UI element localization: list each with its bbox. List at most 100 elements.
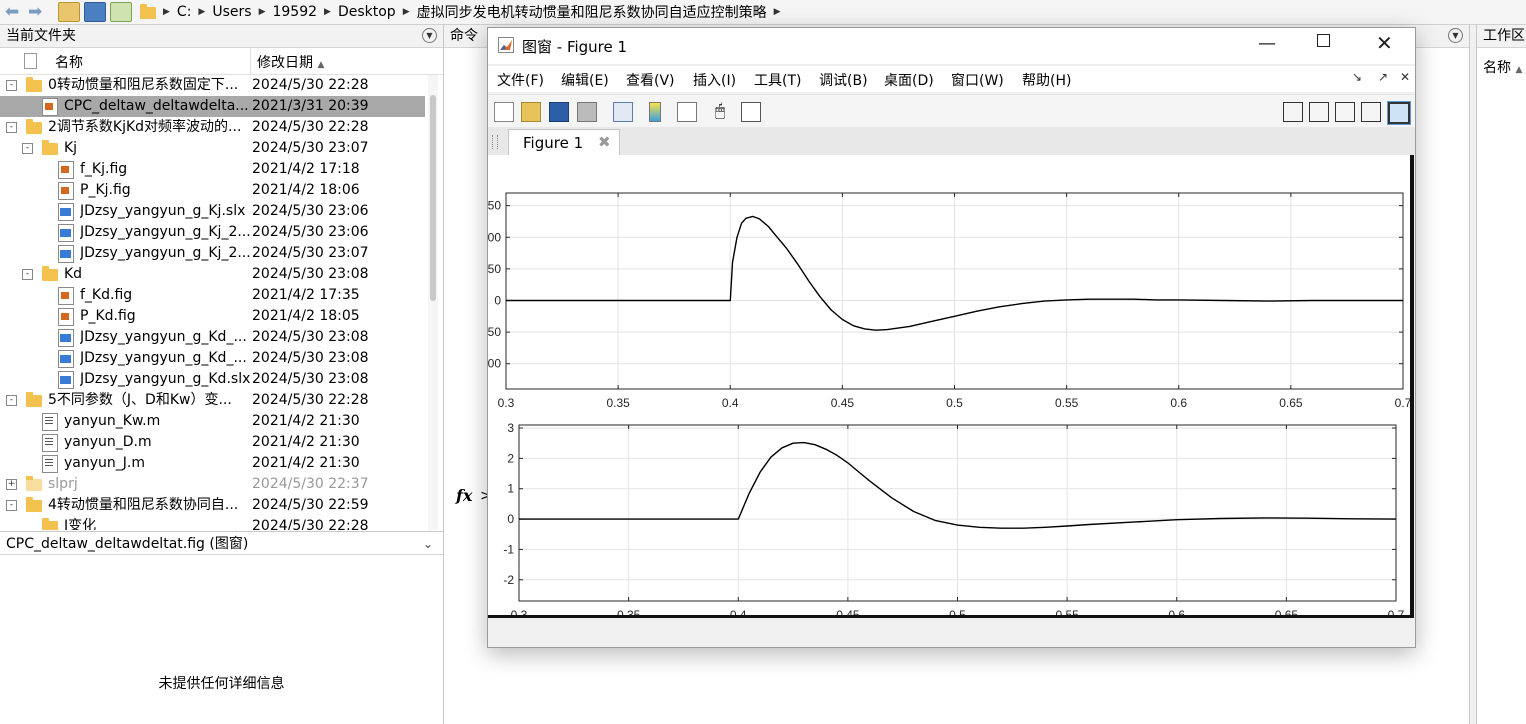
menu-desktop[interactable]: 桌面(D)	[884, 70, 934, 90]
menu-help[interactable]: 帮助(H)	[1022, 70, 1071, 90]
collapse-icon[interactable]: -	[22, 143, 33, 154]
matlab-logo-icon	[498, 37, 514, 53]
tile-grid-icon[interactable]	[1283, 102, 1303, 122]
sort-ascending-icon: ▲	[1515, 65, 1523, 75]
workspace-name-column[interactable]: 名称 ▲	[1483, 57, 1522, 77]
file-row[interactable]: P_Kj.fig 2021/4/2 18:06	[0, 180, 425, 201]
x-tick-label: 0.45	[831, 396, 855, 410]
figure-title-bar[interactable]: 图窗 - Figure 1 — ✕	[488, 28, 1415, 64]
file-row[interactable]: - 4转动惯量和阻尼系数协同自... 2024/5/30 22:59	[0, 495, 425, 516]
refresh-folder-icon[interactable]	[110, 2, 132, 22]
file-row[interactable]: + slprj 2024/5/30 22:37	[0, 474, 425, 495]
browse-folder-icon[interactable]	[84, 2, 106, 22]
name-column-header[interactable]: 名称	[55, 52, 83, 72]
file-row[interactable]: - 2调节系数KjKd对频率波动的... 2024/5/30 22:28	[0, 117, 425, 138]
collapse-icon[interactable]: -	[6, 122, 17, 133]
menu-view[interactable]: 查看(V)	[626, 70, 675, 90]
expand-icon[interactable]: +	[6, 479, 17, 490]
file-row[interactable]: CPC_deltaw_deltawdelta... 2021/3/31 20:39	[0, 96, 425, 117]
address-bar: ⬅ ➡ ▶ C: ▶ Users ▶ 19592 ▶ Desktop ▶ 虚拟同…	[0, 0, 1526, 25]
save-icon[interactable]	[549, 102, 569, 122]
maximize-icon[interactable]	[1317, 34, 1330, 47]
file-date: 2024/5/30 23:07	[252, 245, 369, 261]
close-icon[interactable]: ✕	[1376, 31, 1393, 55]
panel-actions-icon[interactable]: ▼	[422, 28, 437, 43]
print-icon[interactable]	[577, 102, 597, 122]
menu-file[interactable]: 文件(F)	[497, 70, 544, 90]
legend-icon[interactable]	[677, 102, 697, 122]
forward-arrow-icon[interactable]: ➡	[28, 2, 42, 22]
close-figure-icon[interactable]: ✕	[1400, 70, 1410, 84]
property-editor-icon[interactable]	[741, 102, 761, 122]
menu-edit[interactable]: 编辑(E)	[561, 70, 609, 90]
tile-top-bottom-icon[interactable]	[1335, 102, 1355, 122]
close-tab-icon[interactable]: ✖	[598, 133, 611, 151]
back-arrow-icon[interactable]: ⬅	[5, 2, 19, 22]
file-row[interactable]: P_Kd.fig 2021/4/2 18:05	[0, 306, 425, 327]
folder-icon	[42, 518, 58, 530]
scrollbar-thumb[interactable]	[430, 95, 436, 301]
pointer-icon[interactable]: 🖱	[715, 102, 733, 120]
tile-left-right-icon[interactable]	[1309, 102, 1329, 122]
file-row[interactable]: JDzsy_yangyun_g_Kj_2... 2024/5/30 23:06	[0, 222, 425, 243]
file-row[interactable]: J变化 2024/5/30 22:28	[0, 516, 425, 530]
file-row[interactable]: f_Kj.fig 2021/4/2 17:18	[0, 159, 425, 180]
file-row[interactable]: yanyun_D.m 2021/4/2 21:30	[0, 432, 425, 453]
file-row[interactable]: JDzsy_yangyun_g_Kj_2... 2024/5/30 23:07	[0, 243, 425, 264]
breadcrumb-item[interactable]: Users	[212, 4, 251, 20]
y-tick-label: -2	[503, 573, 514, 587]
collapse-icon[interactable]: -	[6, 500, 17, 511]
chevron-right-icon[interactable]: ▶	[774, 7, 781, 17]
grip-icon[interactable]	[492, 135, 498, 149]
file-row[interactable]: JDzsy_yangyun_g_Kd_... 2024/5/30 23:08	[0, 327, 425, 348]
collapse-icon[interactable]: -	[22, 269, 33, 280]
dock-arrow-icon[interactable]: ↘	[1352, 70, 1362, 84]
vertical-scrollbar[interactable]	[428, 75, 438, 530]
file-row[interactable]: JDzsy_yangyun_g_Kd_... 2024/5/30 23:08	[0, 348, 425, 369]
file-row[interactable]: f_Kd.fig 2021/4/2 17:35	[0, 285, 425, 306]
breadcrumb-item[interactable]: 虚拟同步发电机转动惯量和阻尼系数协同自适应控制策略	[417, 2, 767, 22]
link-plot-icon[interactable]	[613, 102, 633, 122]
y-tick-label: 00	[488, 357, 501, 371]
maximize-figure-icon[interactable]	[1387, 101, 1411, 125]
menu-insert[interactable]: 插入(I)	[693, 70, 736, 90]
y-tick-label: 50	[488, 325, 501, 339]
column-divider[interactable]	[250, 48, 251, 74]
column-header: 名称 修改日期 ▲	[0, 48, 443, 75]
chevron-down-icon[interactable]: ⌄	[423, 532, 433, 556]
file-row[interactable]: JDzsy_yangyun_g_Kd.slx 2024/5/30 23:08	[0, 369, 425, 390]
new-figure-icon[interactable]	[494, 102, 514, 122]
collapse-icon[interactable]: -	[6, 80, 17, 91]
minimize-icon[interactable]: —	[1258, 33, 1276, 54]
x-tick-label: 0.65	[1279, 396, 1303, 410]
up-folder-icon[interactable]	[58, 2, 80, 22]
file-row[interactable]: - Kj 2024/5/30 23:07	[0, 138, 425, 159]
menu-window[interactable]: 窗口(W)	[951, 70, 1004, 90]
colorbar-icon[interactable]	[649, 102, 661, 122]
breadcrumb-item[interactable]: Desktop	[338, 4, 396, 20]
file-row[interactable]: yanyun_J.m 2021/4/2 21:30	[0, 453, 425, 474]
date-column-header[interactable]: 修改日期 ▲	[257, 52, 324, 72]
menu-tools[interactable]: 工具(T)	[754, 70, 801, 90]
tab-figure-1[interactable]: Figure 1 ✖	[508, 129, 620, 156]
panel-actions-icon[interactable]: ▼	[1448, 28, 1463, 43]
file-date: 2024/5/30 22:59	[252, 497, 369, 513]
file-row[interactable]: - 0转动惯量和阻尼系数固定下... 2024/5/30 22:28	[0, 75, 425, 96]
collapse-icon[interactable]: -	[6, 395, 17, 406]
undock-arrow-icon[interactable]: ↗	[1378, 70, 1388, 84]
file-row[interactable]: - Kd 2024/5/30 23:08	[0, 264, 425, 285]
breadcrumb-item[interactable]: C:	[177, 4, 192, 20]
breadcrumb-item[interactable]: 19592	[272, 4, 317, 20]
slx-file-icon	[58, 245, 74, 263]
menu-debug[interactable]: 调试(B)	[819, 70, 868, 90]
float-icon[interactable]	[1361, 102, 1381, 122]
file-row[interactable]: JDzsy_yangyun_g_Kj.slx 2024/5/30 23:06	[0, 201, 425, 222]
file-row[interactable]: - 5不同参数（J、D和Kw）变... 2024/5/30 22:28	[0, 390, 425, 411]
file-row[interactable]: yanyun_Kw.m 2021/4/2 21:30	[0, 411, 425, 432]
figure-title: 图窗 - Figure 1	[522, 38, 628, 56]
detail-panel-header[interactable]: CPC_deltaw_deltawdeltat.fig (图窗) ⌄	[0, 531, 443, 555]
open-file-icon[interactable]	[521, 102, 541, 122]
m-file-icon	[42, 413, 58, 431]
function-browser-icon[interactable]: fx	[456, 486, 472, 505]
figure-menu-bar: 文件(F) 编辑(E) 查看(V) 插入(I) 工具(T) 调试(B) 桌面(D…	[488, 66, 1415, 92]
